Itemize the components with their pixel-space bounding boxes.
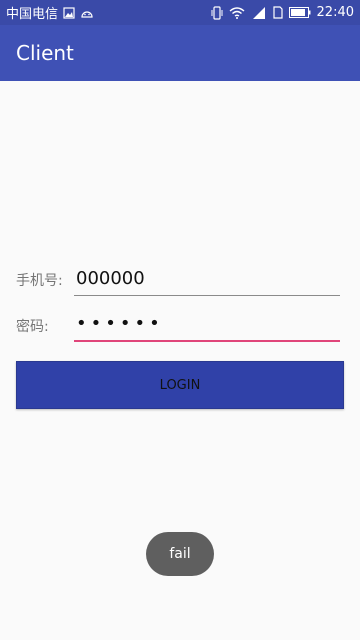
phone-label: 手机号:	[16, 273, 63, 289]
image-icon	[63, 6, 75, 19]
login-button-label: LOGIN	[159, 377, 201, 393]
toast-text: fail	[169, 546, 191, 562]
sim-icon	[272, 6, 283, 19]
phone-input[interactable]: 000000	[74, 256, 340, 296]
battery-icon	[288, 7, 311, 18]
wifi-icon	[229, 6, 245, 19]
phone-row: 手机号: 000000	[16, 256, 340, 296]
carrier-label: 中国电信	[6, 7, 59, 22]
toast-message: fail	[146, 532, 214, 576]
password-row: 密码: ••••••	[16, 302, 340, 342]
app-bar: Client	[0, 25, 360, 81]
status-bar: 中国电信 22:40	[0, 0, 360, 25]
app-title: Client	[16, 41, 74, 65]
vibrate-icon	[211, 5, 223, 20]
login-button[interactable]: LOGIN	[16, 361, 344, 409]
password-label: 密码:	[16, 319, 49, 335]
signal-4g-icon	[251, 6, 267, 20]
status-time: 22:40	[316, 5, 354, 20]
password-input[interactable]: ••••••	[74, 302, 340, 342]
android-icon	[80, 8, 94, 18]
